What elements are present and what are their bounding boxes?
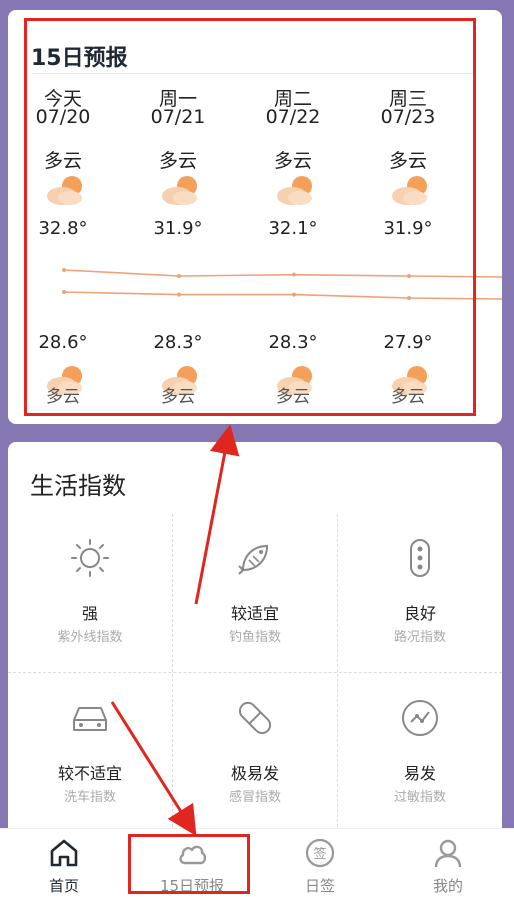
life-index-carwash[interactable]: 较不适宜 洗车指数 [8, 674, 172, 834]
tab-home[interactable]: 首页 [0, 829, 128, 897]
index-label: 钓鱼指数 [228, 630, 281, 645]
tab-mine[interactable]: 我的 [384, 829, 512, 897]
index-label: 感冒指数 [228, 790, 281, 805]
tab-label: 我的 [432, 877, 463, 895]
index-value: 易发 [403, 764, 436, 783]
home-icon [50, 839, 78, 867]
sign-icon: 签 [305, 838, 335, 868]
index-value: 强 [81, 604, 98, 623]
tab-label: 日签 [304, 877, 335, 895]
life-index-allergy[interactable]: 易发 过敏指数 [338, 674, 502, 834]
allergy-icon [402, 700, 438, 736]
user-icon [434, 839, 462, 868]
life-index-traffic[interactable]: 良好 路况指数 [338, 514, 502, 674]
index-label: 紫外线指数 [57, 630, 123, 645]
index-value: 较不适宜 [57, 764, 122, 783]
index-value: 极易发 [230, 764, 279, 783]
index-value: 较适宜 [230, 604, 279, 623]
fish-icon [238, 544, 269, 575]
life-index-cold[interactable]: 极易发 感冒指数 [173, 674, 337, 834]
tab-label: 首页 [48, 877, 79, 895]
highlight-box [128, 834, 250, 894]
life-index-fishing[interactable]: 较适宜 钓鱼指数 [173, 514, 337, 674]
index-label: 过敏指数 [393, 790, 446, 805]
life-index-title: 生活指数 [30, 472, 126, 500]
highlight-box [24, 18, 476, 416]
sign-badge-text: 签 [313, 846, 326, 862]
bottom-tab-bar: 首页 15日预报 签 日签 我的 [0, 828, 514, 897]
index-value: 良好 [403, 604, 436, 623]
pill-icon [238, 701, 272, 735]
index-label: 路况指数 [393, 630, 446, 645]
sun-icon [71, 539, 109, 577]
tab-daily-sign[interactable]: 签 日签 [256, 829, 384, 897]
life-index-uv[interactable]: 强 紫外线指数 [8, 514, 172, 674]
car-icon [73, 707, 107, 731]
index-label: 洗车指数 [63, 790, 116, 805]
traffic-light-icon [410, 539, 430, 577]
life-index-card: 生活指数 强 紫外线指数 较适宜 钓鱼指数 良好 路况指数 较不适宜 洗车指数 … [8, 442, 502, 862]
